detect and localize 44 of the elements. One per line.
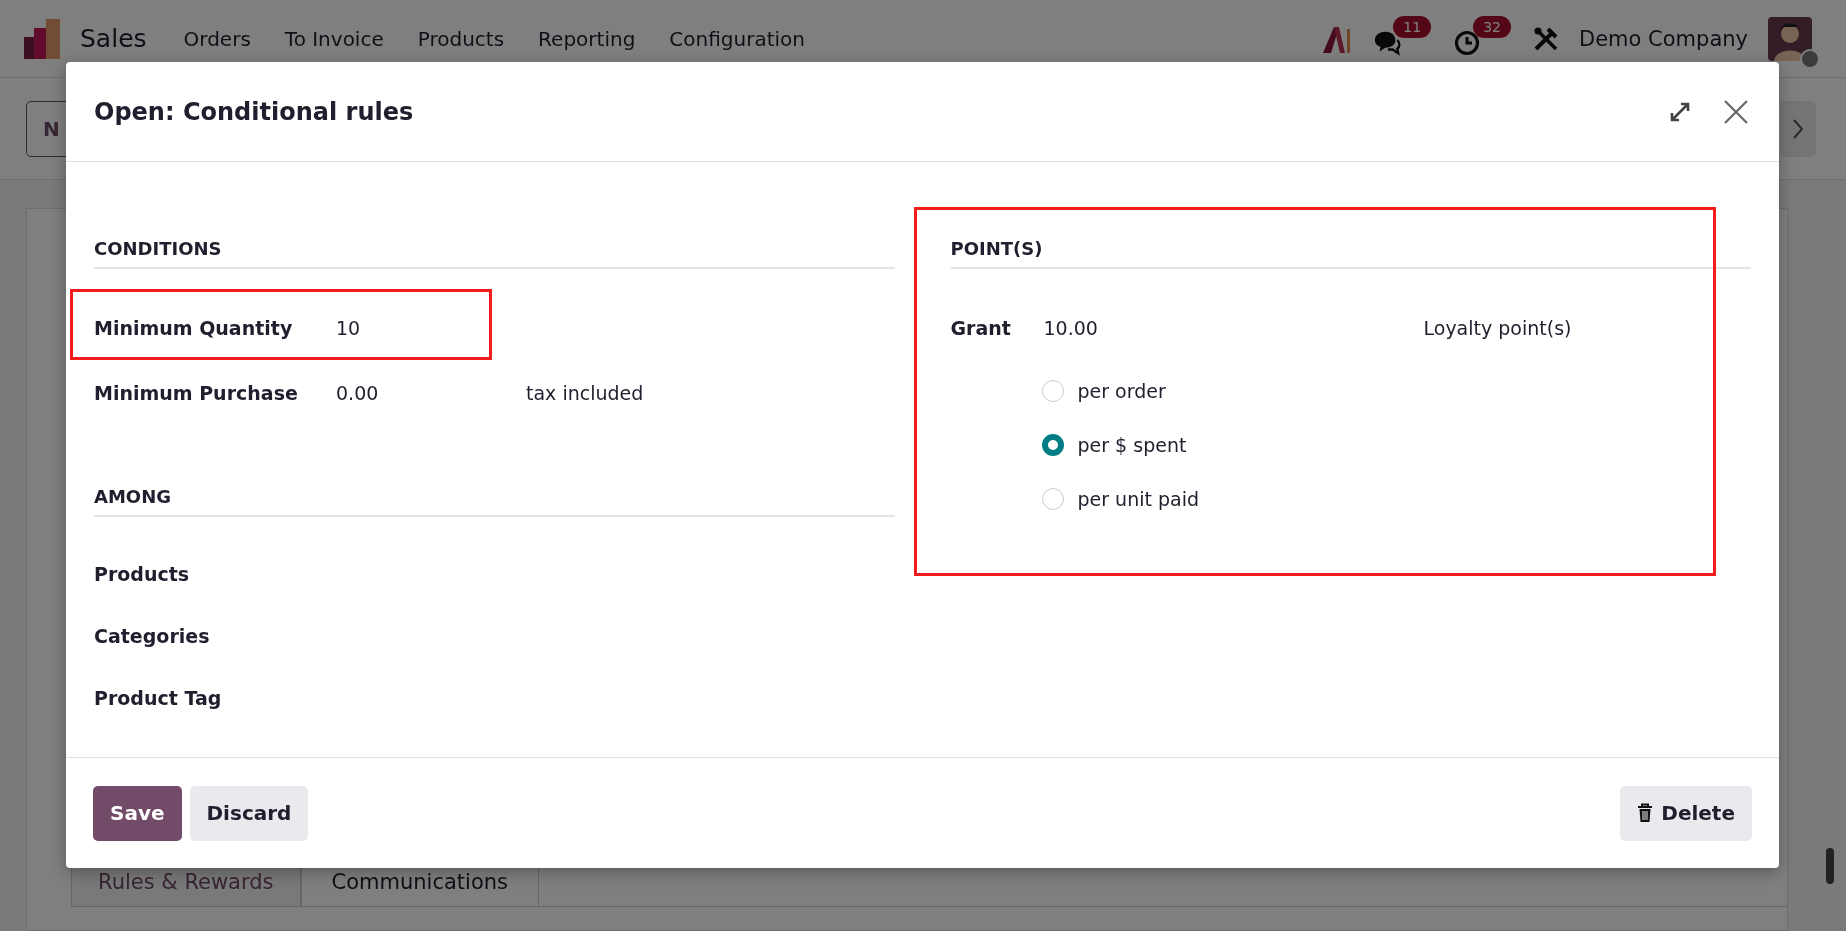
menu-item[interactable]: Reporting [521,26,653,51]
section-heading: CONDITIONS [94,238,895,269]
section-heading: POINT(S) [950,238,1751,269]
trash-icon [1637,803,1654,823]
avatar[interactable] [1768,16,1812,61]
dialog-title: Open: Conditional rules [94,97,414,126]
radio-button[interactable] [1041,434,1064,456]
input-field[interactable]: 10.00 [1043,317,1424,339]
input-field[interactable]: 10 [336,317,526,339]
save-button[interactable]: Save [93,785,182,841]
menu-item[interactable]: To Invoice [267,26,401,51]
field-label: Minimum Purchase [94,382,299,404]
menu-item[interactable]: Products [400,26,522,51]
menu-item[interactable]: Configuration [652,26,822,51]
app-name[interactable]: Sales [80,24,147,53]
field-label: Categories [94,625,211,647]
triangle-icon[interactable] [1321,24,1352,53]
unit-field[interactable]: Loyalty point(s) [1423,317,1572,339]
radio-label[interactable]: per $ spent [1077,434,1187,456]
notification-badge: 11 [1393,15,1432,38]
radio-label[interactable]: per unit paid [1077,488,1199,510]
chevron-right-icon [1792,117,1804,140]
chat-icon[interactable] [1373,29,1402,56]
bar-chart-logo-icon[interactable] [24,18,62,59]
section-heading: AMONG [94,486,895,517]
field-suffix: tax included [526,382,644,404]
clock-icon[interactable] [1453,29,1482,56]
tools-icon[interactable] [1533,25,1559,52]
discard-button[interactable]: Discard [189,785,309,841]
field-label: Minimum Quantity [94,317,294,339]
field-label: Grant [950,317,1012,339]
company-switcher[interactable]: Demo Company [1579,26,1748,51]
status-dot [1800,48,1820,69]
input-field[interactable]: 0.00 [336,382,526,404]
menu-item[interactable]: Orders [166,26,268,51]
notification-badge: 32 [1473,15,1511,38]
expand-icon[interactable] [1669,100,1691,123]
next-button[interactable] [1780,100,1816,157]
close-icon[interactable] [1723,98,1749,125]
scrollbar[interactable] [1826,848,1834,884]
delete-button[interactable]: Delete [1620,785,1752,841]
field-label: Products [94,563,191,585]
radio-label[interactable]: per order [1077,380,1166,402]
field-label: Product Tag [94,687,223,709]
